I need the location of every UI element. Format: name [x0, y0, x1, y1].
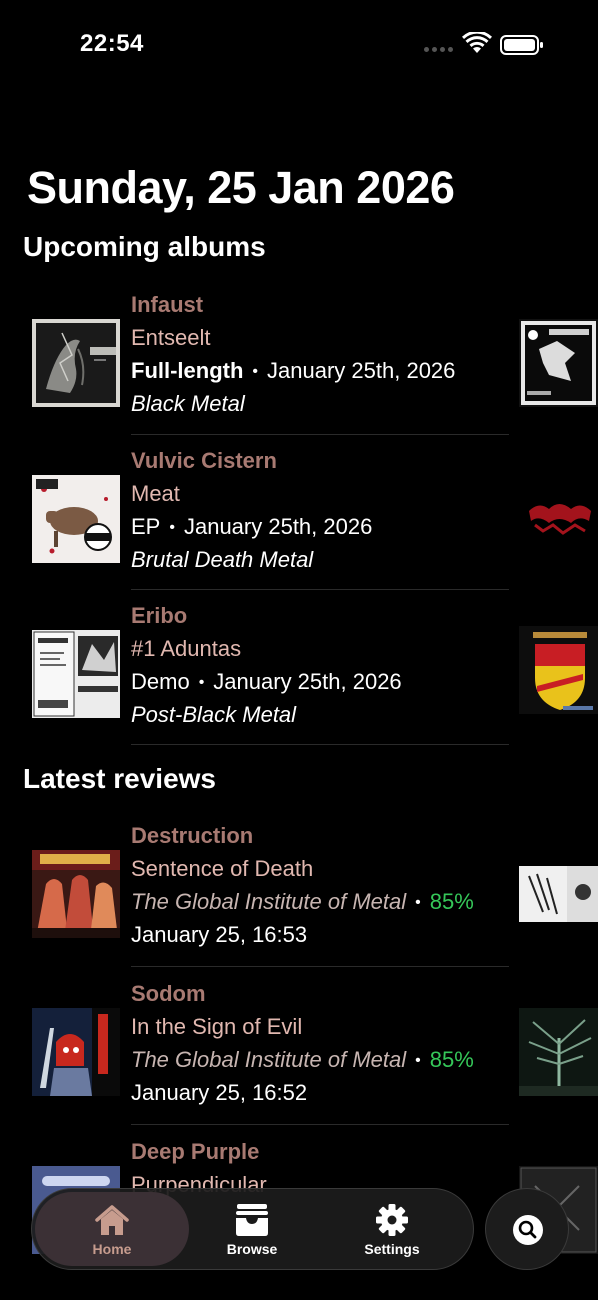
artist-name: Infaust	[131, 292, 204, 317]
release-date: January 25th, 2026	[267, 358, 456, 383]
tab-settings[interactable]: Settings	[317, 1189, 467, 1269]
next-item-cover-image	[519, 626, 598, 714]
separator-dot: •	[169, 519, 175, 536]
release-type: Full-length	[131, 358, 244, 383]
tab-bar: Home Browse Settings	[31, 1188, 474, 1270]
divider	[131, 1124, 509, 1125]
upcoming-albums-heading: Upcoming albums	[23, 231, 266, 262]
review-source-line: The Global Institute of Metal • 85%	[131, 889, 474, 916]
genre: Black Metal	[131, 391, 245, 416]
review-date: January 25, 16:53	[131, 922, 308, 947]
album-cover-image	[32, 850, 120, 938]
review-source-line: The Global Institute of Metal • 85%	[131, 1047, 474, 1074]
page-title-date: Sunday, 25 Jan 2026	[27, 162, 455, 213]
divider	[131, 966, 509, 967]
divider	[131, 434, 509, 435]
tab-label-browse: Browse	[226, 1241, 278, 1257]
album-title: Meat	[131, 481, 180, 506]
tab-label-settings: Settings	[364, 1241, 420, 1257]
tray-icon	[236, 1204, 268, 1236]
review-row[interactable]: Destruction Sentence of Death The Global…	[0, 821, 598, 971]
house-icon	[95, 1205, 129, 1235]
album-cover-image	[32, 630, 120, 718]
next-item-cover-image	[519, 866, 598, 954]
artist-name: Eribo	[131, 603, 188, 628]
tab-label-home: Home	[92, 1241, 132, 1257]
review-source: The Global Institute of Metal	[131, 1047, 407, 1072]
wifi-icon	[462, 32, 492, 53]
album-cover-image	[32, 1008, 120, 1096]
upcoming-album-row[interactable]: Eribo #1 Aduntas Demo • January 25th, 2026…	[0, 601, 598, 751]
album-cover-image	[32, 319, 120, 407]
next-item-cover-image	[519, 475, 598, 563]
tab-browse[interactable]: Browse	[177, 1189, 327, 1269]
magnifier-icon	[518, 1220, 537, 1239]
next-item-cover-image	[519, 319, 598, 407]
album-title: Entseelt	[131, 325, 211, 350]
review-source: The Global Institute of Metal	[131, 889, 407, 914]
release-info: Demo • January 25th, 2026	[131, 669, 402, 696]
release-info: Full-length • January 25th, 2026	[131, 358, 455, 385]
divider	[131, 744, 509, 745]
review-score: 85%	[429, 889, 474, 914]
status-bar: 22:54	[0, 0, 598, 90]
artist-name: Deep Purple	[131, 1139, 260, 1164]
artist-name: Vulvic Cistern	[131, 448, 277, 473]
tab-home[interactable]: Home	[35, 1192, 189, 1266]
genre: Post-Black Metal	[131, 702, 297, 727]
artist-name: Sodom	[131, 981, 206, 1006]
album-title: Sentence of Death	[131, 856, 314, 881]
artist-name: Destruction	[131, 823, 254, 848]
status-time: 22:54	[80, 30, 144, 57]
separator-dot: •	[198, 674, 205, 691]
separator-dot: •	[252, 363, 259, 380]
release-info: EP • January 25th, 2026	[131, 514, 372, 541]
divider	[131, 589, 509, 590]
release-type: Demo	[131, 669, 190, 694]
genre: Brutal Death Metal	[131, 547, 314, 572]
gear-icon	[376, 1204, 408, 1236]
release-date: January 25th, 2026	[183, 514, 373, 539]
release-type: EP	[131, 514, 161, 539]
review-score: 85%	[429, 1047, 474, 1072]
upcoming-album-row[interactable]: Vulvic Cistern Meat EP • January 25th, 202…	[0, 446, 598, 596]
separator-dot: •	[415, 894, 421, 911]
next-item-cover-image	[519, 1008, 598, 1096]
album-cover-image	[32, 475, 120, 563]
separator-dot: •	[415, 1052, 421, 1069]
search-button-disc	[513, 1215, 543, 1245]
album-title: In the Sign of Evil	[131, 1014, 303, 1039]
cellular-signal-icon	[424, 47, 453, 52]
album-title: #1 Aduntas	[131, 636, 242, 661]
upcoming-album-row[interactable]: Infaust Entseelt Full-length • January 25t…	[0, 290, 598, 440]
latest-reviews-heading: Latest reviews	[23, 763, 216, 794]
search-button[interactable]	[485, 1188, 569, 1270]
release-date: January 25th, 2026	[213, 669, 402, 694]
review-row[interactable]: Sodom In the Sign of Evil The Global Ins…	[0, 979, 598, 1129]
review-date: January 25, 16:52	[131, 1080, 308, 1105]
battery-icon	[500, 35, 543, 55]
